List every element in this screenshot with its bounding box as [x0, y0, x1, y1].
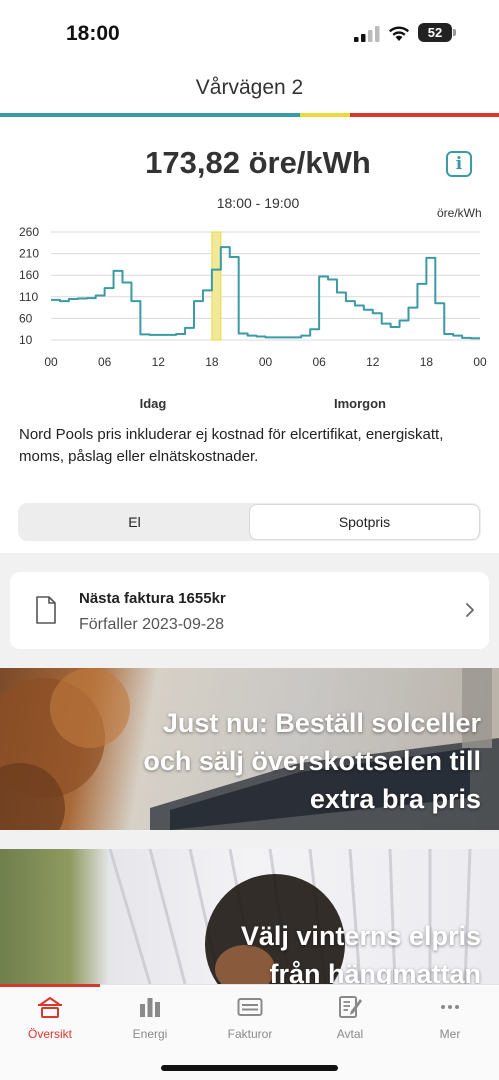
x-tick-label: 12 [152, 355, 166, 369]
page-title: Vårvägen 2 [195, 76, 304, 99]
more-icon [441, 1005, 459, 1009]
y-tick-label: 10 [19, 333, 33, 347]
battery-level: 52 [418, 23, 452, 42]
contract-icon [339, 996, 362, 1018]
next-invoice-card[interactable]: Nästa faktura 1655kr Förfaller 2023-09-2… [10, 572, 489, 649]
invoice-due-date: Förfaller 2023-09-28 [79, 616, 224, 633]
y-tick-label: 160 [19, 268, 39, 282]
home-indicator [161, 1065, 338, 1071]
x-tick-label: 06 [312, 355, 326, 369]
promo-solar-line: Just nu: Beställ solceller [162, 708, 481, 738]
cellular-signal-icon [354, 26, 380, 42]
x-tick-label: 00 [259, 355, 273, 369]
battery-icon: 52 [418, 23, 456, 42]
x-tick-label: 18 [205, 355, 219, 369]
wifi-icon [389, 26, 409, 41]
info-icon[interactable]: i [446, 151, 472, 177]
y-tick-label: 60 [19, 311, 33, 325]
price-chart[interactable]: 260 210 160 110 60 10 öre/kWh 00 06 12 18 00 06 12 18 0… [0, 200, 499, 415]
promo-hammock-line: Välj vinterns elpris [240, 921, 481, 951]
x-tick-label: 06 [98, 355, 112, 369]
tab-avtal[interactable]: Avtal [300, 995, 400, 1055]
status-time: 18:00 [66, 22, 120, 45]
document-icon [36, 596, 56, 624]
tab-mer[interactable]: Mer [400, 995, 499, 1055]
tab-label: Översikt [27, 1027, 72, 1041]
y-unit-label: öre/kWh [437, 206, 482, 220]
segment-spotpris[interactable]: Spotpris [250, 505, 479, 539]
day-label: Imorgon [334, 396, 386, 411]
promo-hammock-line: från hängmattan [269, 959, 481, 984]
x-tick-label: 00 [473, 355, 487, 369]
current-price: 173,82 öre/kWh [145, 145, 371, 180]
color-strip [0, 113, 499, 117]
tab-label: Mer [439, 1027, 461, 1041]
tab-fakturor[interactable]: Fakturor [200, 995, 300, 1055]
x-tick-label: 12 [366, 355, 380, 369]
strip-yellow [300, 113, 350, 117]
day-label: Idag [140, 396, 167, 411]
home-icon [38, 997, 62, 1018]
y-tick-label: 110 [19, 290, 38, 304]
y-tick-label: 210 [19, 247, 39, 261]
promo-hammock-text: Välj vinterns elpris från hängmattan [241, 917, 481, 984]
chevron-right-icon [466, 603, 474, 617]
tab-label: Energi [132, 1027, 168, 1041]
strip-teal [0, 113, 300, 117]
x-tick-label: 00 [44, 355, 58, 369]
price-series-line [51, 246, 480, 340]
segmented-control[interactable]: El Spotpris [18, 503, 481, 541]
segment-el[interactable]: El [20, 505, 249, 539]
promo-solar-text: Just nu: Beställ solceller och sälj över… [143, 704, 481, 818]
tab-energi[interactable]: Energi [100, 995, 200, 1055]
promo-solar-line: extra bra pris [309, 784, 481, 814]
y-tick-label: 260 [19, 225, 39, 239]
invoice-title: Nästa faktura 1655kr [79, 590, 226, 607]
x-tick-label: 18 [420, 355, 434, 369]
promo-solar-banner[interactable]: Just nu: Beställ solceller och sälj över… [0, 668, 499, 830]
promo-solar-line: och sälj överskottselen till [143, 746, 481, 776]
invoice-icon [237, 998, 263, 1016]
tab-label: Fakturor [227, 1027, 273, 1041]
price-footnote: Nord Pools pris inkluderar ej kostnad fö… [19, 426, 444, 465]
tab-oversikt[interactable]: Översikt [0, 995, 100, 1055]
status-bar: 18:00 52 [0, 0, 499, 62]
bar-chart-icon [140, 998, 160, 1017]
strip-red [350, 113, 499, 117]
active-tab-indicator [0, 984, 100, 987]
tab-label: Avtal [336, 1027, 364, 1041]
current-hour-highlight [211, 231, 222, 341]
promo-hammock-banner[interactable]: Välj vinterns elpris från hängmattan [0, 849, 499, 984]
